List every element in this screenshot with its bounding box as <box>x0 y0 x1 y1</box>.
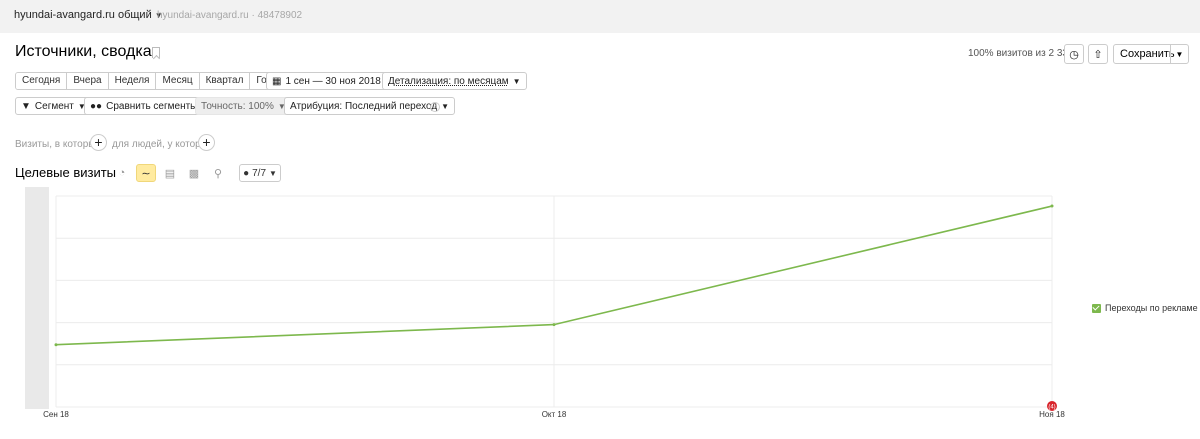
save-button[interactable]: Сохранить ▼ <box>1113 44 1189 64</box>
metric-title: Целевые визиты <box>15 165 117 180</box>
annotation-badge-label: (4) <box>1048 405 1055 411</box>
date-range-picker[interactable]: ▦ 1 сен — 30 ноя 2018 <box>266 72 387 90</box>
history-button[interactable]: ◷ <box>1064 44 1084 64</box>
x-tick-label: Сен 18 <box>43 410 69 419</box>
add-people-filter-button[interactable]: + <box>198 134 215 151</box>
comment-icon: ● <box>243 167 250 179</box>
bookmark-icon[interactable] <box>152 47 160 58</box>
period-tab[interactable]: Квартал <box>198 73 250 89</box>
data-point[interactable] <box>54 343 58 347</box>
x-tick-label: Окт 18 <box>542 410 567 419</box>
chevron-down-icon: ▼ <box>512 76 521 86</box>
area-chart-type-button[interactable]: ▤ <box>160 164 180 182</box>
counter-info: hyundai-avangard.ru · 48478902 <box>157 10 303 21</box>
bar-chart-type-button[interactable]: ▩ <box>184 164 204 182</box>
period-tab[interactable]: Месяц <box>155 73 199 89</box>
filter-icon: ▼ <box>21 100 31 112</box>
attribution-label: Атрибуция: Последний переход <box>290 100 438 112</box>
chevron-down-icon[interactable]: ▼ <box>1170 45 1188 63</box>
segment-button[interactable]: ▼ Сегмент ▼ <box>15 97 92 115</box>
annotations-button[interactable]: ● 7/7 ▼ <box>239 164 281 182</box>
zoom-scrollbar[interactable] <box>25 187 49 409</box>
visits-info: 100% визитов из 2 335 <box>968 48 1074 59</box>
period-tab[interactable]: Неделя <box>107 73 156 89</box>
detail-selector[interactable]: Детализация: по месяцам ▼ <box>382 72 527 90</box>
chart-area: Сен 18 Окт 18 Ноя 18 (4) <box>0 187 1200 437</box>
help-icon[interactable]: ? <box>430 102 440 112</box>
compare-label: Сравнить сегменты <box>106 100 198 112</box>
legend-item[interactable]: Переходы по рекламе <box>1092 303 1198 313</box>
period-tab[interactable]: Сегодня <box>16 73 67 89</box>
line-chart-icon: ∼ <box>141 167 151 180</box>
calendar-icon: ▦ <box>272 75 282 87</box>
data-point[interactable] <box>1050 204 1054 208</box>
export-icon: ⇧ <box>1093 48 1103 61</box>
period-tab[interactable]: Вчера <box>66 73 108 89</box>
annotations-count: 7/7 <box>252 167 267 179</box>
line-chart-type-button[interactable]: ∼ <box>136 164 156 182</box>
checkbox-icon[interactable] <box>1092 303 1101 313</box>
legend-label: Переходы по рекламе <box>1105 303 1198 313</box>
data-point[interactable] <box>552 323 556 327</box>
top-bar: hyundai-avangard.ru общий ▼ hyundai-avan… <box>0 0 1200 33</box>
visits-filter-label: Визиты, в которых <box>15 139 101 150</box>
compare-icon: ●● <box>90 100 103 112</box>
save-button-label: Сохранить <box>1120 48 1175 60</box>
site-selector[interactable]: hyundai-avangard.ru общий ▼ <box>14 9 163 21</box>
period-selector: Сегодня Вчера Неделя Месяц Квартал Год <box>15 72 280 90</box>
page-title: Источники, сводка <box>15 43 152 60</box>
export-button[interactable]: ⇧ <box>1088 44 1108 64</box>
x-tick-label: Ноя 18 <box>1039 410 1065 419</box>
chevron-down-icon: ▼ <box>441 101 450 111</box>
map-chart-type-button[interactable]: ⚲ <box>208 164 228 182</box>
add-visit-filter-button[interactable]: + <box>90 134 107 151</box>
accuracy-label: Точность: 100% <box>201 100 274 112</box>
bar-chart-icon: ▩ <box>188 167 200 180</box>
segment-label: Сегмент <box>34 100 74 112</box>
map-pin-icon: ⚲ <box>213 167 223 180</box>
accuracy-selector[interactable]: Точность: 100% ▼ <box>195 97 292 115</box>
line-chart[interactable]: Сен 18 Окт 18 Ноя 18(4) <box>0 187 1200 437</box>
date-range-label: 1 сен — 30 ноя 2018 <box>285 75 381 87</box>
chevron-down-icon: ▼ <box>269 168 277 178</box>
pie-chart-icon: ◔ <box>118 167 126 179</box>
pie-chart-type-button[interactable]: ◔ <box>112 164 132 182</box>
area-chart-icon: ▤ <box>164 167 176 180</box>
site-selector-label: hyundai-avangard.ru общий <box>14 9 152 21</box>
detail-label: Детализация: по месяцам <box>388 75 509 87</box>
clock-icon: ◷ <box>1069 48 1079 61</box>
